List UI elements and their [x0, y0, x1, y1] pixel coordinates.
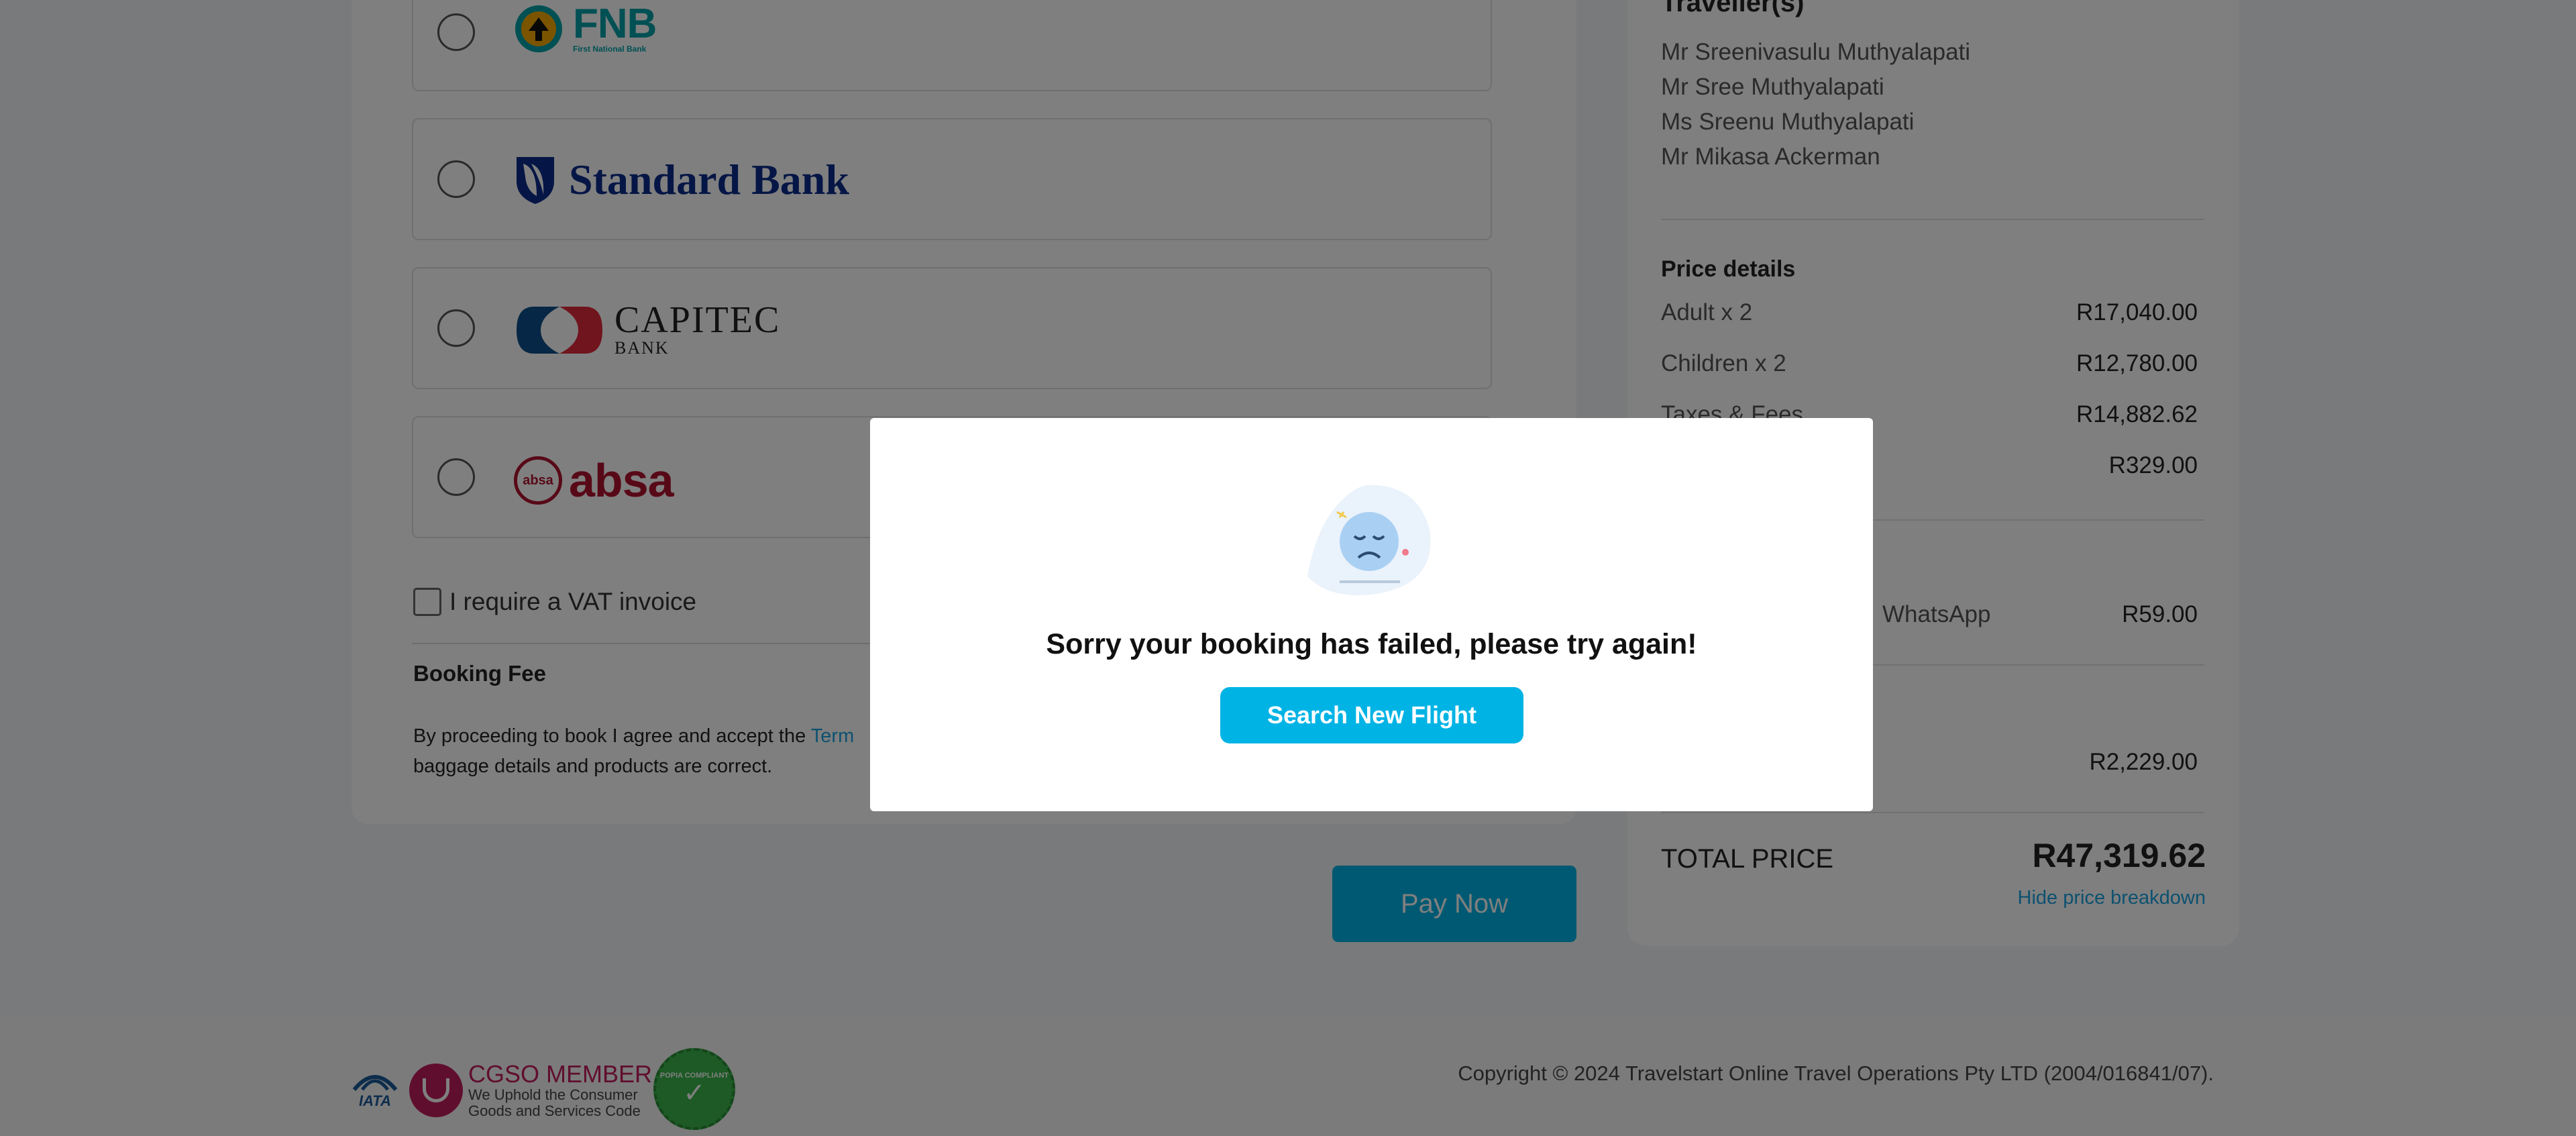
booking-failed-message: Sorry your booking has failed, please tr… — [1046, 628, 1697, 660]
sad-face-icon — [1307, 485, 1431, 596]
booking-failed-modal: Sorry your booking has failed, please tr… — [870, 418, 1873, 811]
search-new-flight-button[interactable]: Search New Flight — [1220, 687, 1523, 743]
